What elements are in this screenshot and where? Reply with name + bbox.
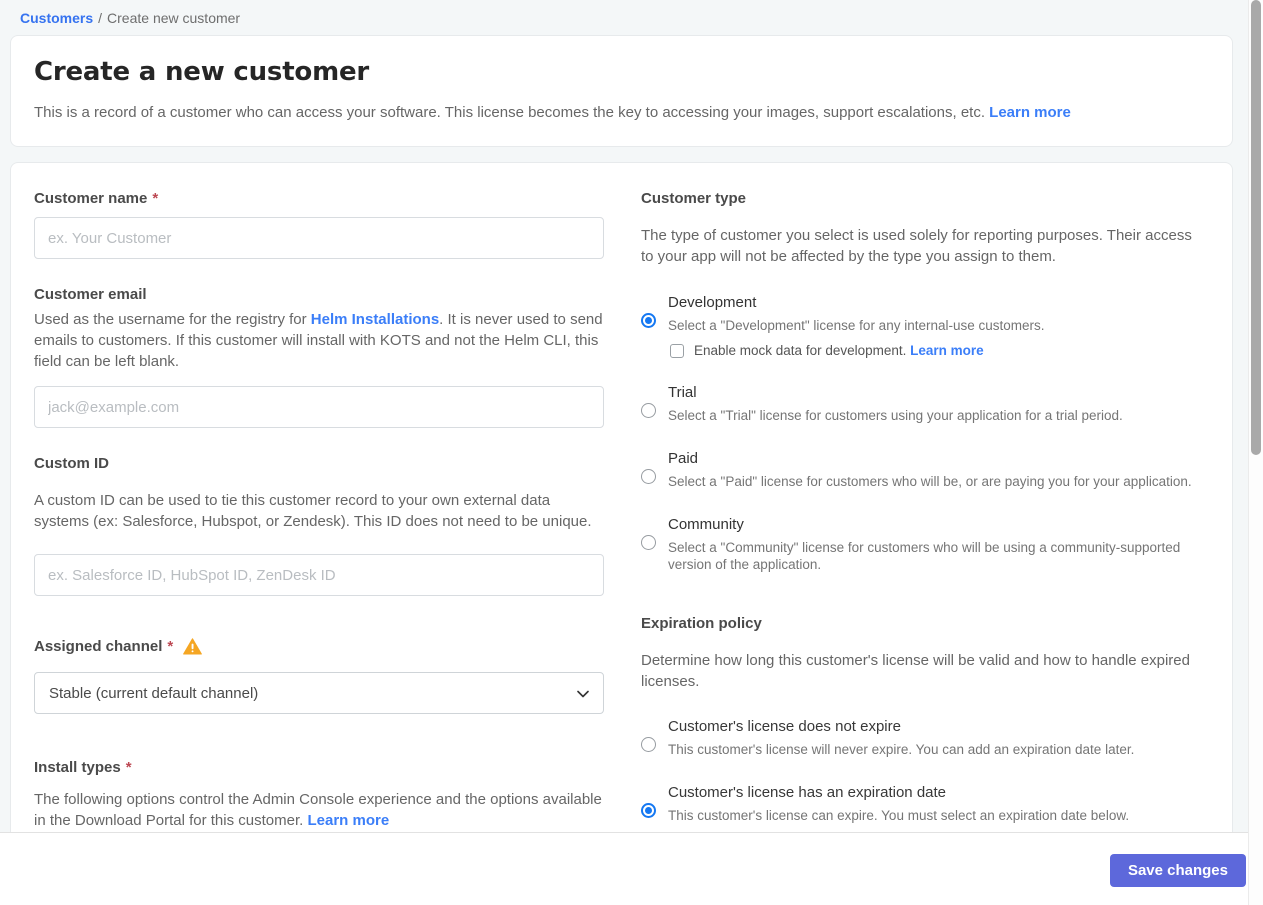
customer-email-input[interactable] — [34, 386, 604, 428]
page-description-text: This is a record of a customer who can a… — [34, 104, 985, 121]
form-left-column: Customer name * Customer email Used as t… — [34, 190, 604, 861]
customer-email-label: Customer email — [34, 286, 604, 303]
required-asterisk: * — [125, 759, 132, 776]
custom-id-label-text: Custom ID — [34, 455, 109, 472]
mock-data-checkbox-row: Enable mock data for development. Learn … — [670, 343, 1045, 358]
option-content: Paid Select a "Paid" license for custome… — [668, 450, 1192, 490]
scrollbar-thumb[interactable] — [1251, 0, 1261, 455]
required-asterisk: * — [152, 190, 159, 207]
footer-bar: Save changes — [0, 832, 1263, 905]
assigned-channel-label-text: Assigned channel — [34, 638, 163, 655]
custom-id-input[interactable] — [34, 554, 604, 596]
community-radio[interactable] — [641, 535, 656, 550]
customer-type-option-development: Development Select a "Development" licen… — [641, 294, 1194, 358]
paid-option-description: Select a "Paid" license for customers wh… — [668, 474, 1192, 489]
radio-col — [641, 450, 668, 490]
option-content: Trial Select a "Trial" license for custo… — [668, 384, 1123, 424]
has-expiration-option-description: This customer's license can expire. You … — [668, 808, 1130, 823]
expiration-option-has-date: Customer's license has an expiration dat… — [641, 784, 1194, 824]
page-title: Create a new customer — [34, 57, 370, 87]
form-right-column: Customer type The type of customer you s… — [641, 190, 1194, 861]
no-expire-radio[interactable] — [641, 737, 656, 752]
customer-type-option-community: Community Select a "Community" license f… — [641, 516, 1194, 573]
no-expire-option-description: This customer's license will never expir… — [668, 742, 1135, 757]
required-asterisk: * — [167, 638, 174, 655]
mock-data-checkbox[interactable] — [670, 343, 684, 358]
scrollbar[interactable] — [1248, 0, 1263, 905]
breadcrumb-current: Create new customer — [107, 10, 241, 26]
option-content: Community Select a "Community" license f… — [668, 516, 1194, 573]
radio-col — [641, 718, 668, 758]
trial-option-description: Select a "Trial" license for customers u… — [668, 408, 1123, 423]
option-content: Customer's license has an expiration dat… — [668, 784, 1129, 824]
custom-id-description: A custom ID can be used to tie this cust… — [34, 492, 592, 530]
no-expire-option-label[interactable]: Customer's license does not expire — [668, 718, 1134, 735]
radio-col — [641, 294, 668, 358]
install-types-learn-more-link[interactable]: Learn more — [307, 812, 389, 829]
has-expiration-option-label[interactable]: Customer's license has an expiration dat… — [668, 784, 1129, 801]
customer-type-option-trial: Trial Select a "Trial" license for custo… — [641, 384, 1194, 424]
customer-type-heading: Customer type — [641, 190, 747, 207]
install-types-label-text: Install types — [34, 759, 121, 776]
expiration-policy-description: Determine how long this customer's licen… — [641, 652, 1190, 690]
custom-id-label: Custom ID — [34, 455, 604, 472]
assigned-channel-label: Assigned channel * — [34, 638, 604, 655]
save-changes-button[interactable]: Save changes — [1109, 854, 1246, 887]
chevron-down-icon — [577, 685, 589, 702]
trial-option-label[interactable]: Trial — [668, 384, 1123, 401]
development-option-label[interactable]: Development — [668, 294, 1045, 311]
option-content: Customer's license does not expire This … — [668, 718, 1134, 758]
development-option-description: Select a "Development" license for any i… — [668, 318, 1045, 333]
radio-col — [641, 384, 668, 424]
trial-radio[interactable] — [641, 403, 656, 418]
customer-type-description: The type of customer you select is used … — [641, 227, 1192, 265]
option-content: Development Select a "Development" licen… — [668, 294, 1045, 358]
mock-data-label-text: Enable mock data for development. — [694, 343, 907, 358]
install-types-description: The following options control the Admin … — [34, 789, 604, 831]
has-expiration-radio[interactable] — [641, 803, 656, 818]
customer-name-label: Customer name * — [34, 190, 604, 207]
customer-name-input[interactable] — [34, 217, 604, 259]
customer-email-desc-before: Used as the username for the registry fo… — [34, 311, 311, 328]
radio-col — [641, 516, 668, 573]
development-radio[interactable] — [641, 313, 656, 328]
install-types-label: Install types * — [34, 759, 604, 776]
helm-installations-link[interactable]: Helm Installations — [311, 311, 439, 328]
breadcrumb-customers-link[interactable]: Customers — [20, 10, 93, 26]
community-option-label[interactable]: Community — [668, 516, 1194, 533]
paid-radio[interactable] — [641, 469, 656, 484]
customer-type-option-paid: Paid Select a "Paid" license for custome… — [641, 450, 1194, 490]
page-description: This is a record of a customer who can a… — [34, 102, 1209, 123]
customer-name-label-text: Customer name — [34, 190, 148, 207]
customer-email-label-text: Customer email — [34, 286, 147, 303]
mock-data-checkbox-label[interactable]: Enable mock data for development. Learn … — [694, 343, 984, 358]
community-option-description: Select a "Community" license for custome… — [668, 540, 1181, 572]
page-header-card: Create a new customer This is a record o… — [10, 35, 1233, 147]
expiration-option-no-expire: Customer's license does not expire This … — [641, 718, 1194, 758]
assigned-channel-select[interactable]: Stable (current default channel) — [34, 672, 604, 714]
customer-email-description: Used as the username for the registry fo… — [34, 309, 604, 372]
expiration-policy-heading: Expiration policy — [641, 615, 762, 632]
assigned-channel-selected-value: Stable (current default channel) — [49, 684, 259, 702]
paid-option-label[interactable]: Paid — [668, 450, 1192, 467]
warning-icon — [183, 638, 203, 655]
header-learn-more-link[interactable]: Learn more — [989, 104, 1071, 121]
customer-form-card: Customer name * Customer email Used as t… — [10, 162, 1233, 905]
breadcrumb-separator: / — [98, 10, 103, 26]
radio-col — [641, 784, 668, 824]
mock-data-learn-more-link[interactable]: Learn more — [910, 343, 984, 358]
breadcrumb: Customers / Create new customer — [0, 0, 1263, 35]
